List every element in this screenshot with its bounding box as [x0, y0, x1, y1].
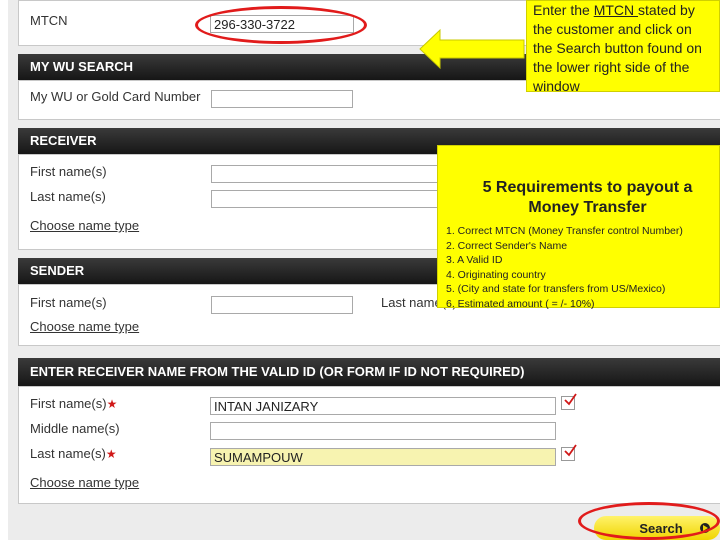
sender-choose-name-type-link[interactable]: Choose name type [30, 319, 139, 334]
requirement-item: 2. Correct Sender's Name [446, 239, 568, 252]
requirement-item: 1. Correct MTCN (Money Transfer control … [446, 225, 683, 237]
receiver-choose-name-type-link[interactable]: Choose name type [30, 218, 139, 233]
id-middle-name-input[interactable] [210, 422, 556, 440]
id-first-name-input[interactable] [210, 397, 556, 415]
sender-first-name-input[interactable] [211, 296, 353, 314]
search-highlight-ellipse [578, 502, 720, 540]
receiver-last-name-label: Last name(s) [30, 189, 106, 204]
sender-first-name-label: First name(s) [30, 295, 107, 310]
receiver-first-name-label: First name(s) [30, 164, 107, 179]
mtcn-highlight-ellipse [195, 6, 367, 44]
id-choose-name-type-link[interactable]: Choose name type [30, 475, 139, 490]
last-name-check-icon [561, 444, 577, 461]
requirement-item: 3. A Valid ID [446, 254, 503, 266]
id-last-name-input[interactable] [210, 448, 556, 466]
required-star-icon: ★ [106, 397, 118, 411]
arrow-left-icon [419, 28, 525, 70]
callout-keyword: MTCN [593, 2, 639, 18]
card-number-input[interactable] [211, 90, 353, 108]
mtcn-label: MTCN [30, 13, 68, 28]
requirements-callout: 5 Requirements to payout a Money Transfe… [437, 145, 720, 311]
required-star-icon: ★ [105, 447, 117, 461]
id-last-name-label: Last name(s)★ [30, 446, 117, 461]
id-middle-name-label: Middle name(s) [30, 421, 120, 436]
receiver-last-name-input[interactable] [211, 190, 441, 208]
requirement-item: 4. Originating country [446, 268, 546, 281]
callout-text-pre: Enter the [533, 2, 594, 18]
requirement-item: 6. Estimated amount ( = /- 10%) [446, 297, 595, 310]
id-first-name-label: First name(s)★ [30, 396, 118, 411]
requirements-list: 1. Correct MTCN (Money Transfer control … [446, 224, 719, 311]
requirements-title: 5 Requirements to payout a Money Transfe… [482, 179, 693, 216]
id-receiver-heading: ENTER RECEIVER NAME FROM THE VALID ID (O… [18, 358, 720, 386]
card-number-label: My WU or Gold Card Number [30, 89, 201, 104]
first-name-check-icon [561, 393, 577, 410]
requirement-item: 5. (City and state for transfers from US… [446, 283, 666, 295]
receiver-first-name-input[interactable] [211, 165, 441, 183]
instruction-callout: Enter the MTCN stated by the customer an… [526, 0, 720, 94]
